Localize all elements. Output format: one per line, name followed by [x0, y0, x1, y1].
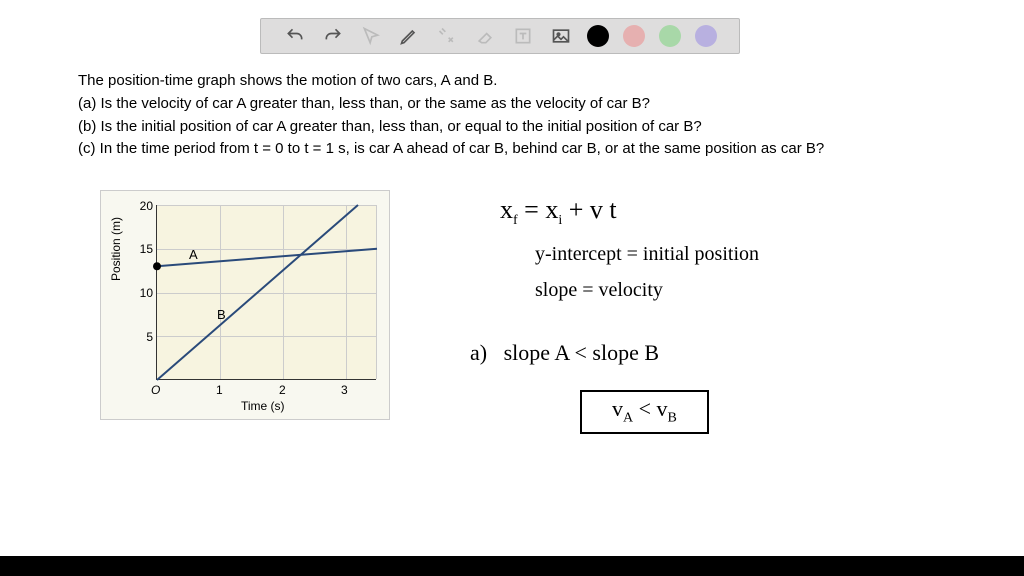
- problem-part-b: (b) Is the initial position of car A gre…: [78, 116, 958, 138]
- series-b-label: B: [217, 307, 226, 322]
- answer-a-boxed: vA < vB: [580, 390, 709, 434]
- y-axis-label: Position (m): [109, 217, 123, 281]
- note-slope: slope = velocity: [535, 279, 663, 302]
- undo-icon[interactable]: [283, 24, 307, 48]
- bottom-bar: [0, 556, 1024, 576]
- x-tick: 1: [216, 383, 223, 397]
- color-purple[interactable]: [695, 25, 717, 47]
- color-black[interactable]: [587, 25, 609, 47]
- x-tick: O: [151, 383, 160, 397]
- kinematic-equation: xf = xi + v t: [500, 195, 617, 229]
- y-tick: 10: [135, 286, 153, 300]
- problem-part-c: (c) In the time period from t = 0 to t =…: [78, 138, 958, 160]
- pointer-icon[interactable]: [359, 24, 383, 48]
- problem-statement: The position-time graph shows the motion…: [78, 70, 958, 161]
- start-marker: [153, 262, 161, 270]
- drawing-toolbar: [260, 18, 740, 54]
- pencil-icon[interactable]: [397, 24, 421, 48]
- y-tick: 5: [135, 330, 153, 344]
- plot-area: A B: [156, 205, 376, 380]
- color-green[interactable]: [659, 25, 681, 47]
- note-intercept: y-intercept = initial position: [535, 243, 759, 266]
- x-tick: 3: [341, 383, 348, 397]
- tools-icon[interactable]: [435, 24, 459, 48]
- handwritten-work: xf = xi + v t y-intercept = initial posi…: [460, 195, 1000, 515]
- text-icon[interactable]: [511, 24, 535, 48]
- series-a-label: A: [189, 247, 198, 262]
- image-icon[interactable]: [549, 24, 573, 48]
- redo-icon[interactable]: [321, 24, 345, 48]
- x-tick: 2: [279, 383, 286, 397]
- series-b-line: [157, 205, 358, 380]
- position-time-graph: Position (m) Time (s) 20 15 10 5 O 1 2 3…: [100, 190, 390, 420]
- color-red[interactable]: [623, 25, 645, 47]
- x-axis-label: Time (s): [241, 399, 285, 413]
- answer-a: a) slope A < slope B: [470, 340, 659, 366]
- problem-intro: The position-time graph shows the motion…: [78, 70, 958, 92]
- y-tick: 20: [135, 199, 153, 213]
- problem-part-a: (a) Is the velocity of car A greater tha…: [78, 93, 958, 115]
- eraser-icon[interactable]: [473, 24, 497, 48]
- y-tick: 15: [135, 242, 153, 256]
